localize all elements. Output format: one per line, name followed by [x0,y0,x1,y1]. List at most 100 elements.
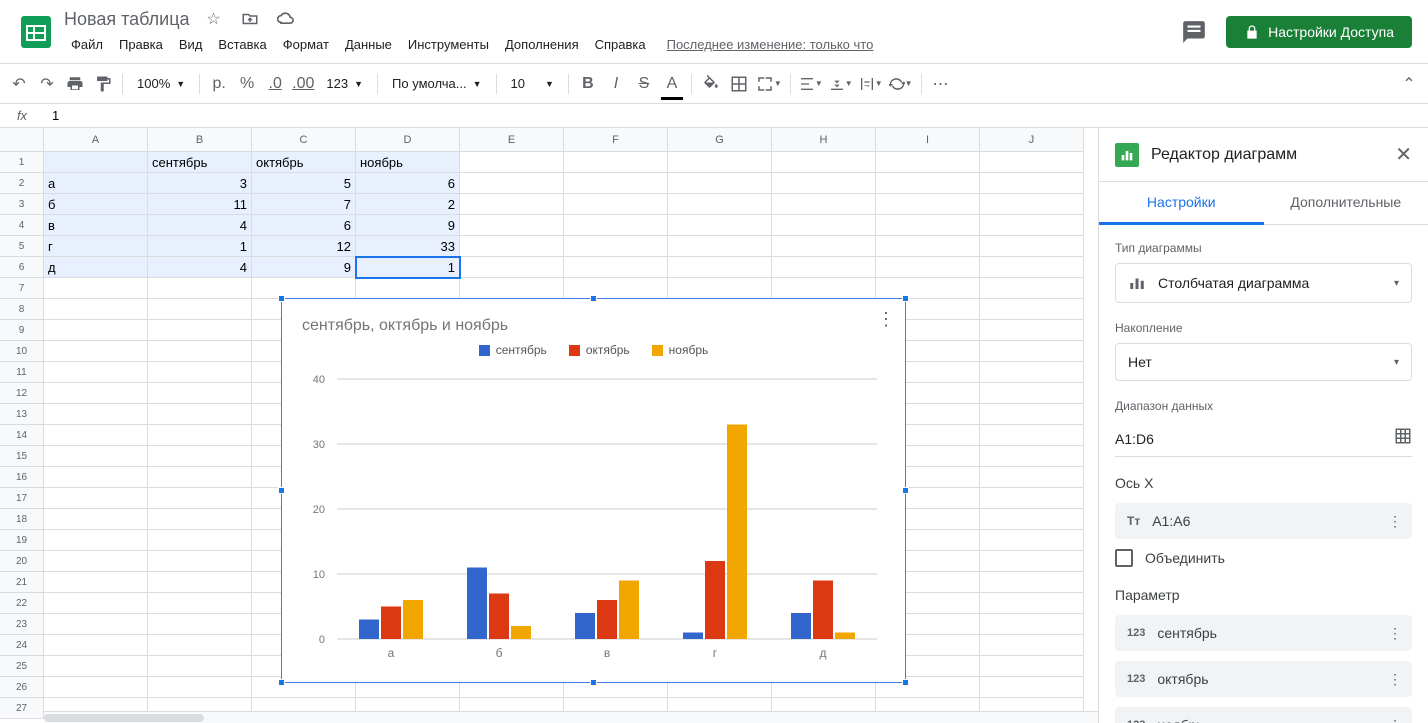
cell[interactable] [44,404,148,425]
xaxis-chip[interactable]: Tᴛ A1:A6 ⋮ [1115,503,1412,539]
cell[interactable]: октябрь [252,152,356,173]
zoom-select[interactable]: 100% ▼ [129,71,193,97]
cell[interactable] [980,572,1084,593]
cell[interactable] [980,320,1084,341]
row-head[interactable]: 22 [0,593,44,614]
cell[interactable] [980,152,1084,173]
cell[interactable] [772,278,876,299]
col-head[interactable]: C [252,128,356,152]
star-icon[interactable]: ☆ [202,7,226,31]
grid-select-icon[interactable] [1394,427,1412,450]
cell[interactable] [564,257,668,278]
cell[interactable] [980,656,1084,677]
cell[interactable] [980,530,1084,551]
col-head[interactable]: H [772,128,876,152]
cell[interactable] [460,215,564,236]
chart-more-icon[interactable]: ⋮ [877,309,895,330]
menu-format[interactable]: Формат [276,33,336,56]
cell[interactable]: 3 [148,173,252,194]
row-head[interactable]: 10 [0,341,44,362]
cell[interactable] [460,173,564,194]
cell[interactable] [876,194,980,215]
cell[interactable] [668,173,772,194]
cell[interactable] [148,278,252,299]
more-icon[interactable]: ⋯ [928,71,954,97]
paint-format-icon[interactable] [90,71,116,97]
cell[interactable] [44,656,148,677]
cell[interactable] [980,362,1084,383]
row-head[interactable]: 25 [0,656,44,677]
cell[interactable] [148,467,252,488]
cell[interactable] [148,383,252,404]
cell[interactable] [460,152,564,173]
tab-customize[interactable]: Дополнительные [1264,182,1428,225]
cell[interactable] [876,236,980,257]
col-head[interactable]: A [44,128,148,152]
collapse-up-icon[interactable]: ⌃ [1396,71,1422,97]
cell[interactable]: 12 [252,236,356,257]
cell[interactable]: 6 [252,215,356,236]
cell[interactable]: 1 [148,236,252,257]
cell[interactable] [148,551,252,572]
cell[interactable] [980,635,1084,656]
range-input[interactable]: A1:D6 [1115,431,1394,447]
col-head[interactable]: F [564,128,668,152]
cell[interactable] [44,383,148,404]
cell[interactable] [980,173,1084,194]
cell[interactable] [356,278,460,299]
cell[interactable] [44,530,148,551]
cell[interactable] [564,194,668,215]
font-size-select[interactable]: 10 ▼ [503,71,562,97]
cell[interactable] [44,362,148,383]
cell[interactable] [668,215,772,236]
chart-container[interactable]: ⋮ сентябрь, октябрь и ноябрь сентябрьокт… [281,298,906,683]
cell[interactable] [44,341,148,362]
row-head[interactable]: 26 [0,677,44,698]
cell[interactable] [44,614,148,635]
menu-help[interactable]: Справка [588,33,653,56]
cell[interactable] [44,278,148,299]
col-head[interactable]: J [980,128,1084,152]
row-head[interactable]: 17 [0,488,44,509]
cell[interactable]: 33 [356,236,460,257]
row-head[interactable]: 21 [0,572,44,593]
undo-icon[interactable]: ↶ [6,71,32,97]
cell[interactable] [980,299,1084,320]
row-head[interactable]: 15 [0,446,44,467]
comments-icon[interactable] [1174,12,1214,52]
chip-more-icon[interactable]: ⋮ [1388,625,1402,642]
currency-btn[interactable]: р. [206,71,232,97]
cell[interactable]: в [44,215,148,236]
sheets-logo[interactable] [16,12,56,52]
halign-icon[interactable]: ▼ [797,71,825,97]
cell[interactable] [876,173,980,194]
menu-addons[interactable]: Дополнения [498,33,586,56]
cell[interactable] [460,194,564,215]
cell[interactable] [980,194,1084,215]
cell[interactable] [876,152,980,173]
combine-checkbox[interactable]: Объединить [1115,549,1412,567]
cell[interactable] [980,593,1084,614]
row-head[interactable]: 19 [0,530,44,551]
row-head[interactable]: 7 [0,278,44,299]
row-head[interactable]: 13 [0,404,44,425]
cell[interactable] [44,509,148,530]
row-head[interactable]: 11 [0,362,44,383]
cell[interactable]: д [44,257,148,278]
cell[interactable] [44,152,148,173]
cell[interactable] [44,551,148,572]
cell[interactable] [980,341,1084,362]
cloud-icon[interactable] [274,7,298,31]
font-select[interactable]: По умолча... ▼ [384,71,489,97]
menu-file[interactable]: Файл [64,33,110,56]
text-color-icon[interactable]: A [659,71,685,97]
cell[interactable] [44,467,148,488]
cell[interactable] [876,257,980,278]
row-head[interactable]: 27 [0,698,44,719]
cell[interactable]: 6 [356,173,460,194]
redo-icon[interactable]: ↷ [34,71,60,97]
cell[interactable] [148,299,252,320]
h-scrollbar[interactable] [44,711,1098,723]
row-head[interactable]: 14 [0,425,44,446]
cell[interactable] [148,446,252,467]
